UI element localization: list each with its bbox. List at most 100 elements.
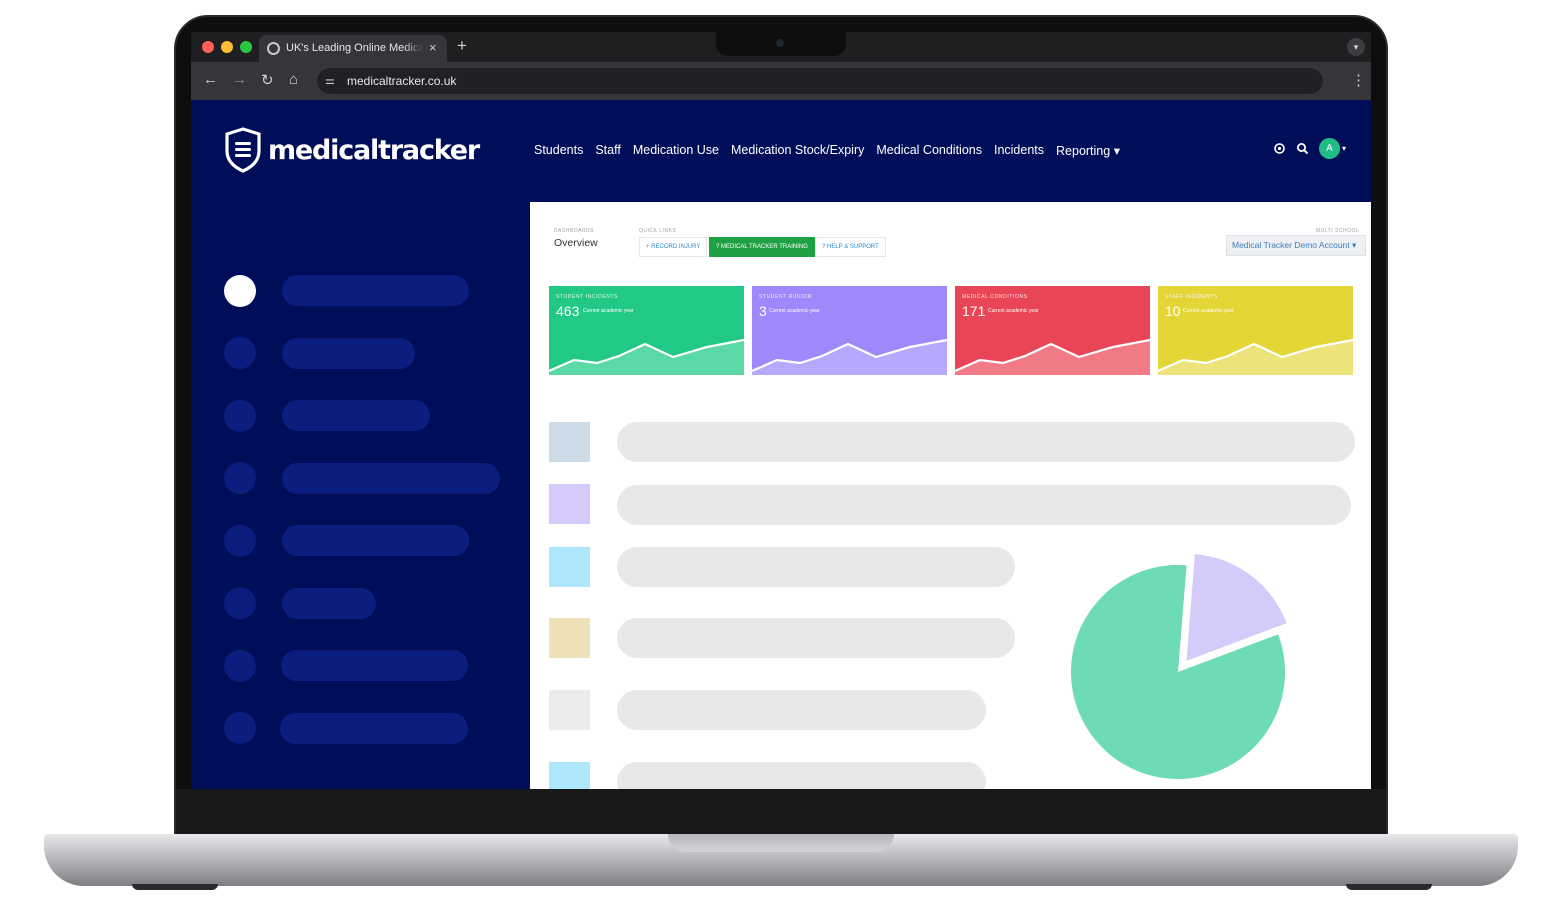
avatar-caret-icon[interactable]: ▾	[1342, 144, 1346, 153]
new-tab-button[interactable]: +	[457, 36, 467, 56]
nav-staff[interactable]: Staff	[595, 143, 620, 158]
sidebar-item-placeholder[interactable]	[281, 650, 468, 681]
stat-subtitle: Current academic year	[1183, 308, 1234, 314]
site-settings-icon[interactable]: ⚌	[325, 74, 335, 87]
sidebar-item-placeholder[interactable]	[282, 525, 469, 556]
list-item-placeholder	[617, 762, 986, 789]
stat-card-student-incidents[interactable]: STUDENT INCIDENTS 463 Current academic y…	[549, 286, 744, 375]
logo[interactable]: medicaltracker	[224, 127, 480, 173]
sidebar-item-icon[interactable]	[224, 525, 256, 557]
avatar[interactable]: A	[1319, 138, 1340, 159]
dashboard-panel: DASHBOARDS Overview QUICK LINKS + RECORD…	[530, 202, 1371, 789]
sparkline-chart	[955, 338, 1150, 375]
list-item-swatch	[549, 547, 590, 587]
list-item-placeholder	[617, 485, 1351, 525]
list-item-placeholder	[617, 547, 1015, 587]
support-icon[interactable]	[1273, 142, 1286, 155]
forward-icon[interactable]: →	[232, 71, 247, 88]
stat-card-staff-incidents[interactable]: STAFF INCIDENTS 10 Current academic year	[1158, 286, 1353, 375]
nav-students[interactable]: Students	[534, 143, 583, 158]
header-actions: A ▾	[1273, 138, 1346, 159]
stat-card-student-riddor[interactable]: STUDENT RIDDOR 3 Current academic year	[752, 286, 947, 375]
list-item-swatch	[549, 422, 590, 462]
help-support-button[interactable]: ? HELP & SUPPORT	[815, 237, 886, 257]
stat-label: STUDENT INCIDENTS	[556, 294, 619, 300]
page-title: Overview	[554, 237, 598, 249]
stat-value: 171	[962, 303, 986, 319]
sidebar-item-placeholder[interactable]	[282, 275, 469, 306]
window-minimize-button[interactable]	[221, 41, 233, 53]
shield-logo-icon	[225, 127, 261, 173]
favicon-icon	[267, 42, 280, 55]
screen: UK's Leading Online Medical Tracker × + …	[191, 32, 1371, 789]
stat-card-medical-conditions[interactable]: MEDICAL CONDITIONS 171 Current academic …	[955, 286, 1150, 375]
sidebar-item-placeholder[interactable]	[282, 400, 430, 431]
back-icon[interactable]: ←	[203, 71, 218, 88]
stat-subtitle: Current academic year	[769, 308, 820, 314]
account-select[interactable]: Medical Tracker Demo Account ▾	[1226, 235, 1366, 256]
tab-search-icon[interactable]: ▾	[1347, 38, 1365, 56]
nav-medication-use[interactable]: Medication Use	[633, 143, 719, 158]
window-maximize-button[interactable]	[240, 41, 252, 53]
sidebar-item-icon[interactable]	[224, 587, 256, 619]
nav-reporting[interactable]: Reporting ▾	[1056, 143, 1120, 158]
dashboards-label: DASHBOARDS	[554, 228, 595, 234]
sidebar-item-icon[interactable]	[224, 275, 256, 307]
nav-medication-stock[interactable]: Medication Stock/Expiry	[731, 143, 864, 158]
sparkline-chart	[752, 338, 947, 375]
stat-value: 463	[556, 303, 580, 319]
tab-title: UK's Leading Online Medical Tracker	[286, 42, 424, 54]
browser-toolbar: ← → ↻ ⌂ ⚌ medicaltracker.co.uk ⋮	[191, 62, 1371, 100]
record-injury-button[interactable]: + RECORD INJURY	[639, 237, 708, 257]
laptop-foot-left	[132, 884, 218, 890]
brand-name: medicaltracker	[268, 134, 480, 166]
nav-medical-conditions[interactable]: Medical Conditions	[876, 143, 982, 158]
caret-down-icon: ▾	[1113, 144, 1120, 158]
list-item-placeholder	[617, 690, 986, 730]
stat-value: 10	[1165, 303, 1181, 319]
address-bar[interactable]: ⚌ medicaltracker.co.uk	[317, 68, 1323, 94]
stat-subtitle: Current academic year	[583, 308, 634, 314]
sidebar-item-icon[interactable]	[224, 337, 256, 369]
home-icon[interactable]: ⌂	[289, 71, 298, 88]
sidebar-item-placeholder[interactable]	[282, 463, 500, 494]
list-item-swatch	[549, 618, 590, 658]
search-icon[interactable]	[1296, 142, 1309, 155]
nav-incidents[interactable]: Incidents	[994, 143, 1044, 158]
tab-close-icon[interactable]: ×	[429, 40, 437, 55]
stat-subtitle: Current academic year	[988, 308, 1039, 314]
list-item-swatch	[549, 484, 590, 524]
browser-menu-icon[interactable]: ⋮	[1351, 71, 1366, 89]
window-close-button[interactable]	[202, 41, 214, 53]
screen-bezel	[176, 789, 1386, 837]
pie-chart	[1071, 554, 1287, 779]
url-text: medicaltracker.co.uk	[347, 74, 457, 88]
top-navigation: Students Staff Medication Use Medication…	[534, 143, 1120, 158]
camera-icon	[776, 39, 784, 47]
nav-reporting-label: Reporting	[1056, 144, 1111, 158]
sidebar-item-icon[interactable]	[224, 650, 256, 682]
stat-value: 3	[759, 303, 767, 319]
list-item-swatch	[549, 690, 590, 730]
caret-down-icon: ▾	[1352, 240, 1357, 250]
stat-label: STUDENT RIDDOR	[759, 294, 813, 300]
quick-links-label: QUICK LINKS	[639, 228, 677, 234]
sidebar-item-placeholder[interactable]	[280, 713, 468, 744]
stat-label: STAFF INCIDENTS	[1165, 294, 1218, 300]
sidebar-item-icon[interactable]	[224, 712, 256, 744]
multi-school-label: MULTI SCHOOL	[1316, 228, 1360, 234]
sidebar-item-placeholder[interactable]	[282, 588, 376, 619]
laptop-foot-right	[1346, 884, 1432, 890]
list-item-swatch	[549, 762, 590, 789]
laptop-opening-notch	[668, 834, 894, 852]
browser-tab[interactable]: UK's Leading Online Medical Tracker ×	[259, 35, 447, 62]
sidebar-item-placeholder[interactable]	[282, 338, 415, 369]
camera-notch	[716, 32, 846, 56]
app: medicaltracker Students Staff Medication…	[191, 100, 1371, 789]
stat-label: MEDICAL CONDITIONS	[962, 294, 1028, 300]
sidebar-item-icon[interactable]	[224, 462, 256, 494]
training-button[interactable]: ? MEDICAL TRACKER TRAINING	[709, 237, 815, 257]
sidebar-item-icon[interactable]	[224, 400, 256, 432]
reload-icon[interactable]: ↻	[261, 71, 274, 89]
list-item-placeholder	[617, 422, 1355, 462]
